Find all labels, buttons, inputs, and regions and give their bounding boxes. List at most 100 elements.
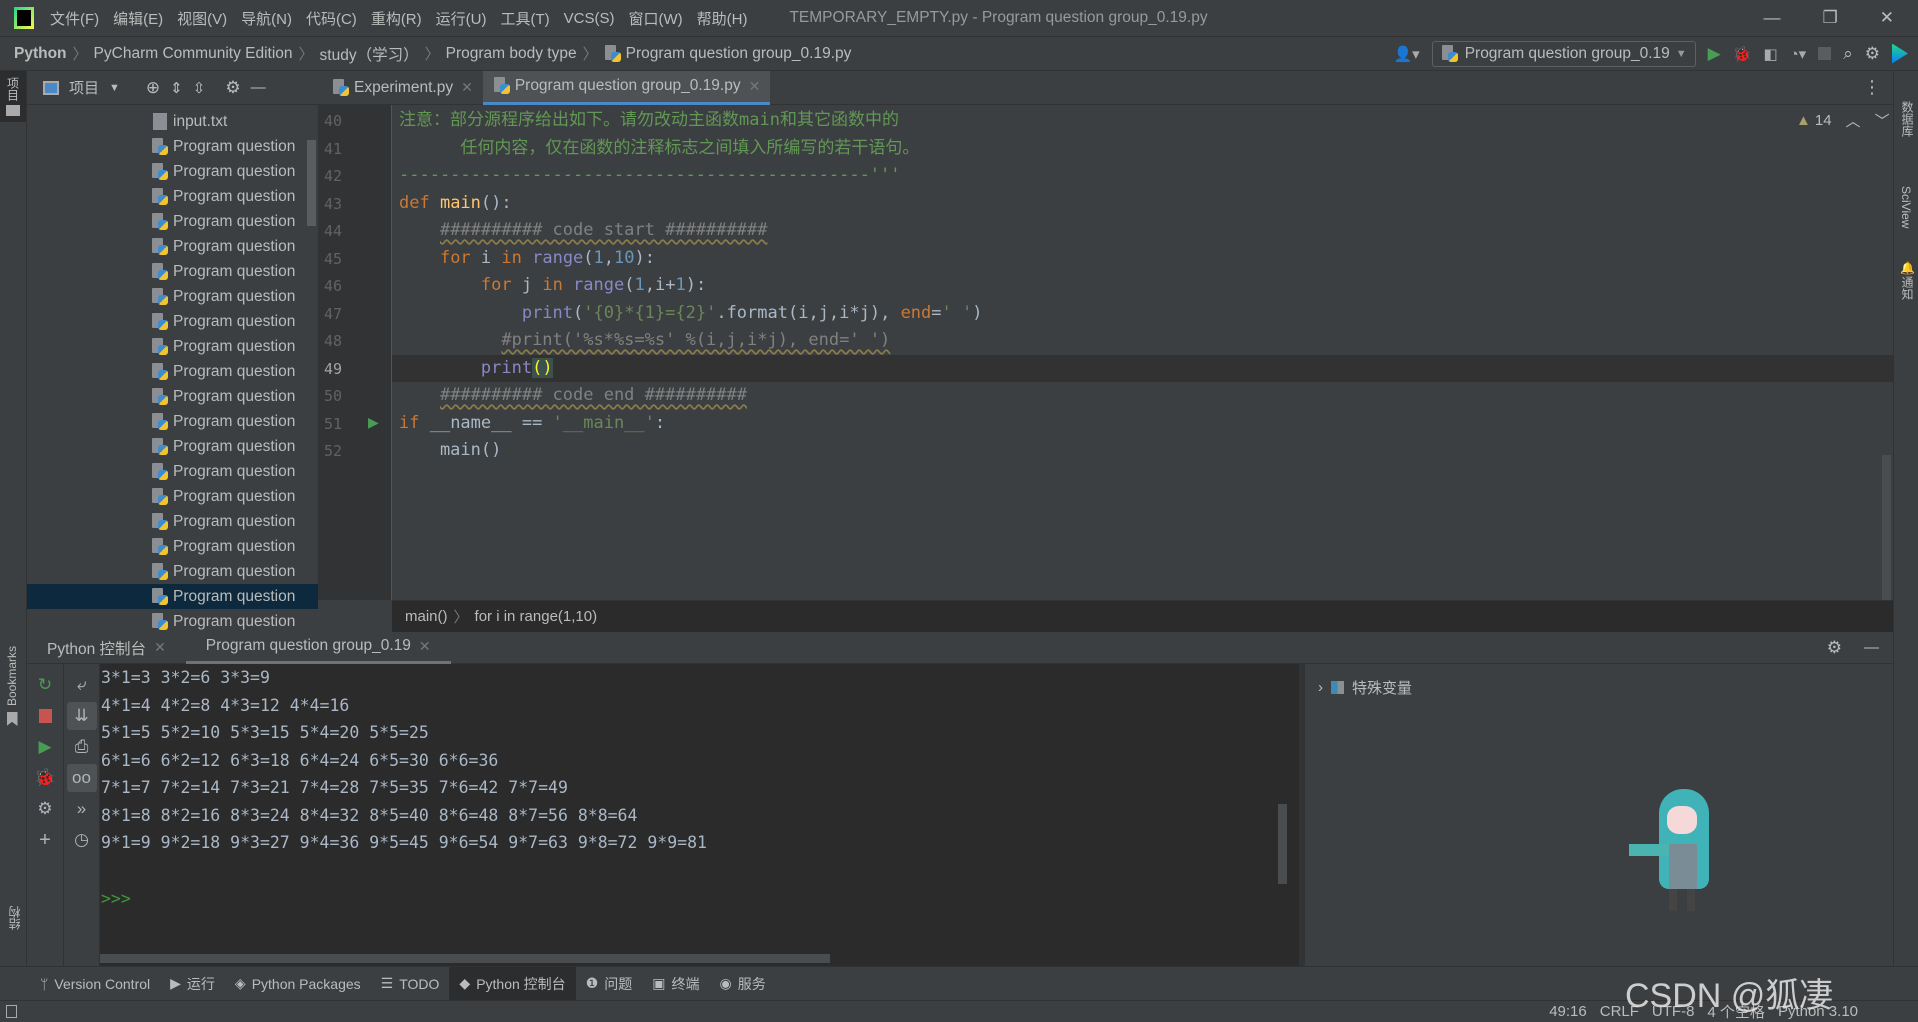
project-panel-title[interactable]: 项目 (69, 77, 99, 98)
editor-tab[interactable]: Program question group_0.19.py ✕ (482, 70, 771, 105)
structure-tool-button[interactable]: 结构 (6, 906, 23, 930)
restore-button[interactable]: ❐ (1823, 8, 1838, 28)
tree-item[interactable]: Program question (27, 234, 318, 259)
gear-icon[interactable]: ⚙ (225, 78, 240, 98)
bookmarks-tool-button[interactable]: Bookmarks (5, 646, 19, 727)
console-vscrollbar[interactable] (1278, 804, 1287, 884)
debug-icon[interactable]: 🐞 (30, 764, 60, 792)
tool-window-button[interactable]: ▣ 终端 (642, 967, 709, 1001)
history-icon[interactable]: ◷ (67, 826, 97, 854)
coverage-icon[interactable]: ◧ (1763, 45, 1777, 63)
console-prompt[interactable]: >>> (101, 889, 131, 908)
debug-icon[interactable]: 🐞 (1733, 45, 1752, 63)
run-gutter-icon[interactable]: ▶ (368, 414, 379, 431)
breadcrumb-item[interactable]: Program question group_0.19.py (626, 45, 852, 63)
tool-window-button[interactable]: ☰ TODO (371, 967, 450, 1001)
menu-item[interactable]: 帮助(H) (697, 8, 748, 29)
tree-item[interactable]: input.txt (27, 109, 318, 134)
editor-scrollbar[interactable] (1882, 455, 1891, 600)
tree-item[interactable]: Program question (27, 559, 318, 584)
search-icon[interactable]: ⌕ (1843, 44, 1853, 64)
run-config-select[interactable]: Program question group_0.19 ▼ (1431, 40, 1696, 67)
breadcrumb-item[interactable]: Program body type (446, 45, 577, 63)
previous-highlight-icon[interactable]: ︿ (1846, 110, 1861, 131)
code-editor[interactable]: 注意：部分源程序给出如下。请勿改动主函数main和其它函数中的 任何内容，仅在函… (392, 105, 1893, 600)
run-icon[interactable]: ▶ (1708, 44, 1721, 64)
menu-item[interactable]: 窗口(W) (628, 8, 682, 29)
breadcrumb-item[interactable]: study（学习） (320, 43, 419, 65)
menu-item[interactable]: 工具(T) (500, 8, 549, 29)
tree-item[interactable]: Program question (27, 259, 318, 284)
chevron-right-icon[interactable]: › (1318, 679, 1323, 696)
tool-window-button[interactable]: ▶ 运行 (160, 967, 225, 1001)
collapse-all-icon[interactable]: ⇳ (193, 79, 206, 97)
tree-item[interactable]: Program question (27, 334, 318, 359)
tool-window-button[interactable]: ◆ Python 控制台 (449, 966, 576, 1001)
tool-window-button[interactable]: ❶ 问题 (576, 967, 643, 1001)
notifications-tool-button[interactable]: 通知 (1899, 276, 1916, 300)
breadcrumb-loop[interactable]: for i in range(1,10) (475, 608, 598, 625)
tool-window-button[interactable]: ᛘ Version Control (30, 967, 160, 1001)
locate-icon[interactable]: ⊕ (146, 78, 160, 98)
profile-icon[interactable]: ◔▾ (1790, 45, 1807, 63)
close-tab-icon[interactable]: ✕ (419, 638, 431, 655)
tree-scrollbar[interactable] (307, 140, 316, 226)
console-tab[interactable]: Python 控制台 ✕ (27, 632, 186, 664)
tree-item[interactable]: Program question (27, 609, 318, 632)
history-forward-icon[interactable]: » (67, 795, 97, 823)
project-tool-button[interactable]: 项目 (0, 71, 26, 122)
add-icon[interactable]: + (30, 826, 60, 854)
tree-item[interactable]: Program question (27, 459, 318, 484)
menu-item[interactable]: 文件(F) (50, 8, 99, 29)
user-icon[interactable]: 👤▾ (1393, 45, 1419, 63)
tree-item[interactable]: Program question (27, 509, 318, 534)
tree-item[interactable]: Program question (27, 409, 318, 434)
breadcrumb-item[interactable]: Python (14, 45, 67, 63)
tree-item[interactable]: Program question (27, 484, 318, 509)
tree-item[interactable]: Program question (27, 359, 318, 384)
tree-item[interactable]: Program question (27, 284, 318, 309)
menu-item[interactable]: VCS(S) (564, 10, 615, 27)
close-window-button[interactable]: ✕ (1880, 8, 1894, 28)
tree-item[interactable]: Program question (27, 584, 318, 609)
tool-window-button[interactable]: ◈ Python Packages (225, 967, 371, 1001)
hide-icon[interactable]: — (251, 79, 266, 96)
print-icon[interactable]: ⎙ (67, 733, 97, 761)
settings-icon[interactable]: ⚙ (30, 795, 60, 823)
hide-panel-icon[interactable]: — (1864, 639, 1879, 656)
close-tab-icon[interactable]: ✕ (461, 79, 473, 96)
rerun-icon[interactable]: ↻ (30, 671, 60, 699)
close-tab-icon[interactable]: ✕ (749, 78, 761, 95)
jetbrains-toolbox-icon[interactable] (1892, 43, 1908, 64)
sciview-tool-button[interactable]: SciView (1899, 186, 1913, 228)
scroll-to-end-icon[interactable]: ⇊ (66, 702, 97, 730)
inspection-widget[interactable]: ▲ 14 ︿ ﹀ (1796, 110, 1890, 131)
console-hscrollbar[interactable] (100, 954, 830, 963)
expand-all-icon[interactable]: ⇕ (170, 79, 183, 97)
minimize-button[interactable]: — (1764, 8, 1781, 28)
menu-item[interactable]: 重构(R) (371, 8, 422, 29)
menu-item[interactable]: 视图(V) (177, 8, 227, 29)
tree-item[interactable]: Program question (27, 184, 318, 209)
menu-item[interactable]: 导航(N) (241, 8, 292, 29)
tree-item[interactable]: Program question (27, 309, 318, 334)
tree-item[interactable]: Program question (27, 209, 318, 234)
gear-icon[interactable]: ⚙ (1827, 638, 1842, 658)
more-tabs-icon[interactable]: ⋮ (1863, 77, 1881, 98)
stop-icon[interactable] (30, 702, 60, 730)
menu-item[interactable]: 编辑(E) (113, 8, 163, 29)
pycharm-logo[interactable] (14, 7, 34, 29)
show-variables-icon[interactable]: oo (66, 764, 97, 792)
breadcrumb-item[interactable]: PyCharm Community Edition (94, 45, 293, 63)
database-tool-button[interactable]: 数据库 (1899, 101, 1916, 137)
menu-item[interactable]: 代码(C) (306, 8, 357, 29)
soft-wrap-icon[interactable]: ⤶ (67, 671, 97, 699)
caret-position[interactable]: 49:16 (1549, 1003, 1587, 1020)
tree-item[interactable]: Program question (27, 159, 318, 184)
breadcrumb-function[interactable]: main() (405, 608, 448, 625)
tree-item[interactable]: Program question (27, 434, 318, 459)
menu-item[interactable]: 运行(U) (436, 8, 487, 29)
chevron-down-icon[interactable]: ▼ (109, 82, 120, 94)
special-variables-node[interactable]: › 特殊变量 (1318, 677, 1893, 698)
editor-tab[interactable]: Experiment.py ✕ (322, 71, 483, 105)
